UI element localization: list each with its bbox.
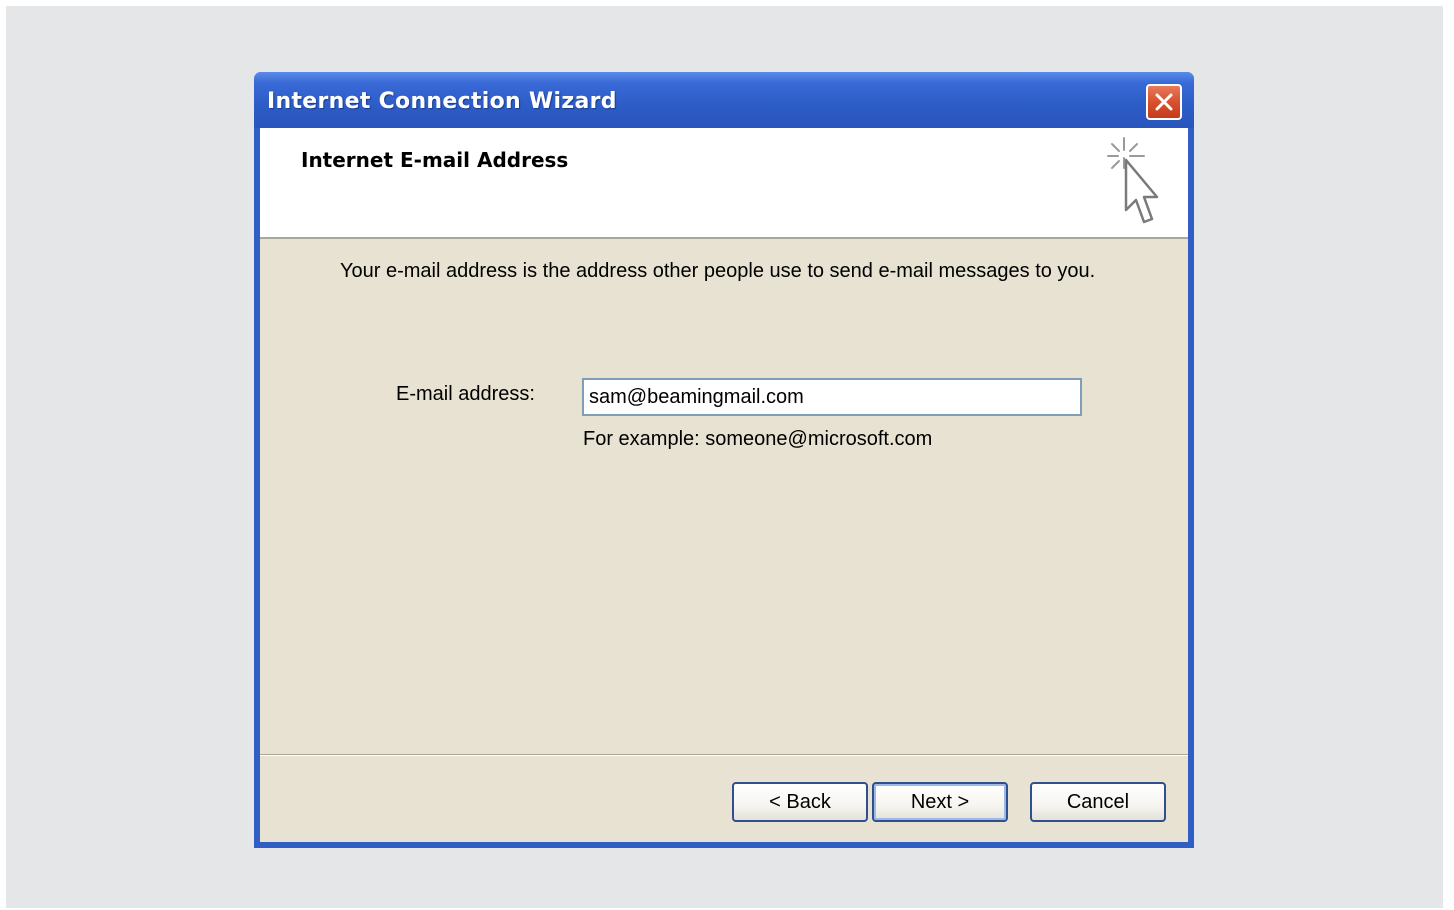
email-address-input[interactable] <box>582 378 1082 416</box>
email-address-label: E-mail address: <box>396 383 535 405</box>
wizard-window: Internet Connection Wizard Internet E-ma… <box>254 72 1194 848</box>
back-button[interactable]: < Back <box>732 782 868 822</box>
close-x-icon <box>1155 93 1173 111</box>
example-hint: For example: someone@microsoft.com <box>583 428 933 450</box>
footer-divider <box>260 754 1188 756</box>
title-bar[interactable]: Internet Connection Wizard <box>254 72 1194 128</box>
wizard-header: Internet E-mail Address <box>260 128 1188 239</box>
description-text: Your e-mail address is the address other… <box>340 260 1096 282</box>
wizard-client-area: Internet E-mail Address Your e-mail addr… <box>260 128 1188 842</box>
wizard-cursor-sparkle-icon <box>1107 137 1159 224</box>
close-button[interactable] <box>1146 84 1182 120</box>
cancel-button[interactable]: Cancel <box>1030 782 1166 822</box>
window-title: Internet Connection Wizard <box>267 89 617 114</box>
page-title: Internet E-mail Address <box>301 148 569 172</box>
next-button[interactable]: Next > <box>872 782 1008 822</box>
